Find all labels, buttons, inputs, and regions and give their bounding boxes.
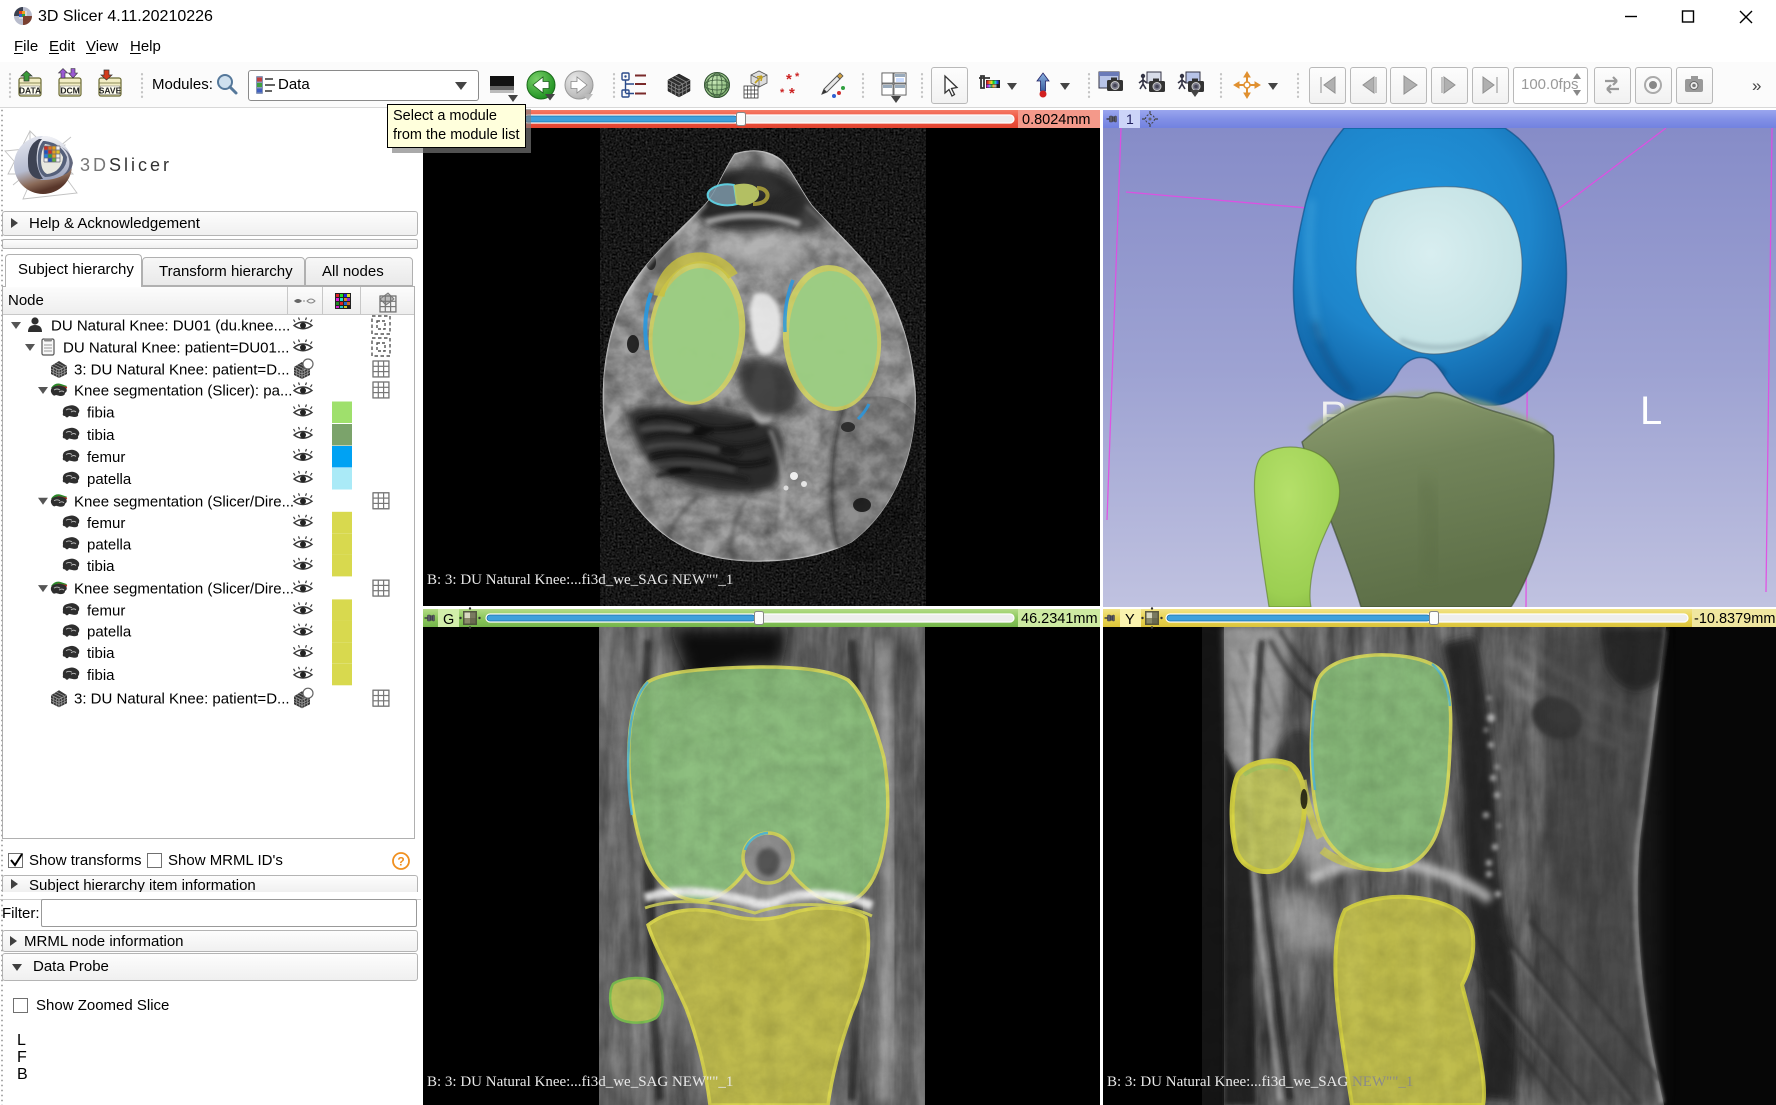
svg-text:B: 3: DU Natural Knee:...fi3d_: B: 3: DU Natural Knee:...fi3d_we_SAG NEW… [1107,1074,1413,1090]
svg-text:-10.8379mm: -10.8379mm [1694,611,1775,627]
svg-text:*: * [780,87,785,99]
svg-text:femur: femur [87,449,125,466]
svg-text:3DSlicer: 3DSlicer [80,155,172,175]
svg-text:SAVE: SAVE [99,86,122,96]
svg-text:»: » [1752,76,1761,95]
svg-text:patella: patella [87,624,132,641]
svg-text:Y: Y [1125,612,1135,628]
svg-text:3: DU Natural Knee: patient=D.: 3: DU Natural Knee: patient=D... [74,691,290,708]
svg-text:tibia: tibia [87,645,115,662]
svg-text:tibia: tibia [87,427,115,444]
svg-text:fibia: fibia [87,405,115,422]
svg-text:femur: femur [87,602,125,619]
svg-text:?: ? [397,855,404,869]
svg-text:patella: patella [87,536,132,553]
svg-text:DCM: DCM [60,86,79,96]
svg-text:fibia: fibia [87,667,115,684]
svg-text:46.2341mm: 46.2341mm [1021,611,1098,627]
svg-text:DU Natural Knee: DU01 (du.knee: DU Natural Knee: DU01 (du.knee.... [51,318,290,335]
svg-text:3: DU Natural Knee: patient=D.: 3: DU Natural Knee: patient=D... [74,362,290,379]
svg-text:Knee segmentation (Slicer/Dire: Knee segmentation (Slicer/Dire... [74,493,294,510]
svg-text:tibia: tibia [87,558,115,575]
svg-text:Knee segmentation (Slicer): pa: Knee segmentation (Slicer): pa... [74,383,292,400]
svg-text:DATA: DATA [19,86,41,96]
svg-text:*: * [789,85,795,102]
svg-text:G: G [443,612,454,628]
svg-text:DU Natural Knee: patient=DU01.: DU Natural Knee: patient=DU01... [63,340,289,357]
svg-text:B: 3: DU Natural Knee:...fi3d_: B: 3: DU Natural Knee:...fi3d_we_SAG NEW… [427,1074,733,1090]
svg-text:patella: patella [87,471,132,488]
svg-text:femur: femur [87,515,125,532]
svg-text:*: * [795,71,800,83]
svg-text:Knee segmentation (Slicer/Dire: Knee segmentation (Slicer/Dire... [74,581,294,598]
